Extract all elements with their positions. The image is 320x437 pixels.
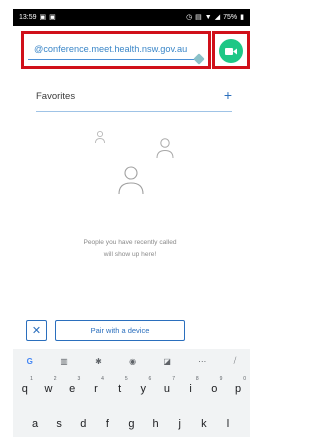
key-r[interactable]: 4r <box>85 376 107 398</box>
key-letter: q <box>21 383 28 395</box>
key-l[interactable]: l <box>217 411 239 433</box>
key-o[interactable]: 9o <box>203 376 225 398</box>
alarm-icon: ◷ <box>186 14 193 21</box>
key-hint: 6 <box>148 376 152 382</box>
person-icon <box>118 166 144 195</box>
video-call-button[interactable] <box>219 39 243 63</box>
key-u[interactable]: 7u <box>156 376 178 398</box>
video-camera-icon <box>225 47 237 55</box>
close-button[interactable]: ✕ <box>26 320 47 341</box>
favorites-header: Favorites + <box>36 88 232 112</box>
google-icon[interactable]: G <box>27 357 33 366</box>
status-bar: 13:59 ▣ ▣ ◷ ▤ ▼ ◢ 75% ▮ <box>13 9 250 26</box>
key-s[interactable]: s <box>48 411 70 433</box>
add-favorite-button[interactable]: + <box>224 88 232 102</box>
keyboard-toolbar: G ▥ ✱ ◉ ◪ ⋯ ⧸ <box>13 354 250 368</box>
key-hint: 1 <box>30 376 33 382</box>
key-letter: p <box>234 383 242 395</box>
notification-icon: ▣ <box>49 14 56 21</box>
key-t[interactable]: 5t <box>109 376 131 398</box>
key-hint: 2 <box>53 376 57 382</box>
key-hint: 5 <box>124 376 128 382</box>
key-hint: 3 <box>77 376 81 382</box>
status-right: ◷ ▤ ▼ ◢ 75% ▮ <box>186 14 244 21</box>
call-button-container <box>212 31 250 69</box>
favorites-title: Favorites <box>36 91 76 102</box>
key-g[interactable]: g <box>120 411 142 433</box>
conference-address-input[interactable] <box>28 40 202 60</box>
wifi-icon: ▼ <box>204 14 212 21</box>
notification-icon: ▣ <box>39 14 47 21</box>
key-letter: w <box>44 383 53 395</box>
key-letter: j <box>178 418 181 430</box>
person-icon <box>156 138 174 159</box>
empty-state-line: People you have recently called <box>83 239 177 246</box>
keyboard: G ▥ ✱ ◉ ◪ ⋯ ⧸ 1q2w3e4r5t6y7u8i9o0p asdfg… <box>13 349 250 437</box>
empty-state-line: will show up here! <box>103 251 157 258</box>
key-letter: a <box>31 418 39 430</box>
nfc-icon: ▤ <box>195 14 202 21</box>
key-letter: r <box>94 383 98 395</box>
person-icon <box>95 130 105 144</box>
translate-icon[interactable]: ◪ <box>163 357 171 366</box>
key-letter: u <box>163 383 171 395</box>
signal-icon: ◢ <box>214 14 221 21</box>
key-letter: h <box>152 418 159 430</box>
keyboard-row-2: asdfghjkl <box>13 411 250 433</box>
status-left: 13:59 ▣ ▣ <box>19 14 56 21</box>
key-hint: 9 <box>219 376 223 382</box>
key-h[interactable]: h <box>145 411 167 433</box>
key-letter: o <box>211 383 218 395</box>
more-icon[interactable]: ⋯ <box>198 357 206 366</box>
key-hint: 7 <box>172 376 175 382</box>
battery-percent: 75% <box>223 14 238 21</box>
palette-icon[interactable]: ◉ <box>129 357 136 366</box>
address-input-container <box>21 31 211 69</box>
pair-device-button[interactable]: Pair with a device <box>55 320 185 341</box>
key-letter: l <box>226 418 230 430</box>
key-a[interactable]: a <box>24 411 46 433</box>
key-q[interactable]: 1q <box>14 376 36 398</box>
settings-icon[interactable]: ✱ <box>95 357 102 366</box>
key-e[interactable]: 3e <box>61 376 83 398</box>
key-letter: s <box>56 418 62 430</box>
key-letter: e <box>69 383 76 395</box>
key-w[interactable]: 2w <box>38 376 60 398</box>
key-y[interactable]: 6y <box>132 376 154 398</box>
key-letter: f <box>105 418 109 430</box>
key-hint: 0 <box>243 376 247 382</box>
mic-off-icon[interactable]: ⧸ <box>234 356 237 366</box>
key-letter: t <box>118 383 122 395</box>
key-letter: y <box>140 383 147 395</box>
key-f[interactable]: f <box>96 411 118 433</box>
status-time: 13:59 <box>19 14 37 21</box>
battery-icon: ▮ <box>240 14 244 21</box>
key-letter: g <box>128 418 135 430</box>
key-letter: d <box>80 418 87 430</box>
clipboard-icon[interactable]: ▥ <box>60 357 68 366</box>
key-hint: 4 <box>101 376 104 382</box>
key-letter: k <box>201 418 207 430</box>
key-d[interactable]: d <box>72 411 94 433</box>
key-i[interactable]: 8i <box>180 376 202 398</box>
empty-state-message: People you have recently called will sho… <box>60 237 200 261</box>
key-j[interactable]: j <box>169 411 191 433</box>
key-k[interactable]: k <box>193 411 215 433</box>
key-p[interactable]: 0p <box>227 376 249 398</box>
keyboard-row-1: 1q2w3e4r5t6y7u8i9o0p <box>13 376 250 398</box>
key-hint: 8 <box>195 376 199 382</box>
key-letter: i <box>189 383 192 395</box>
